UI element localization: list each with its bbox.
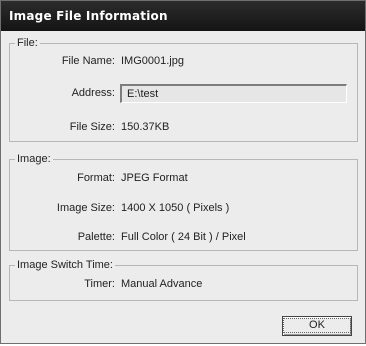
file-name-label: File Name: (61, 55, 115, 67)
file-size-value: 150.37KB (121, 121, 170, 133)
image-size-label: Image Size: (56, 202, 115, 214)
ok-button-label: OK (283, 318, 351, 333)
dialog-title: Image File Information (1, 1, 365, 31)
format-value: JPEG Format (121, 172, 188, 184)
palette-value: Full Color ( 24 Bit ) / Pixel (121, 231, 246, 243)
ok-button[interactable]: OK (282, 316, 352, 336)
switch-time-group: Image Switch Time: Timer: Manual Advance (9, 258, 358, 301)
image-group-legend: Image: (15, 152, 53, 166)
file-size-label: File Size: (69, 121, 115, 133)
image-group: Image: Format: JPEG Format Image Size: 1… (9, 152, 358, 251)
address-label: Address: (71, 87, 115, 99)
palette-label: Palette: (77, 231, 115, 243)
file-group-legend: File: (15, 36, 40, 50)
timer-label: Timer: (84, 278, 115, 290)
address-field[interactable]: E:\test (120, 84, 347, 103)
timer-value: Manual Advance (121, 278, 203, 290)
switch-time-legend: Image Switch Time: (15, 258, 115, 272)
file-name-value: IMG0001.jpg (121, 55, 184, 67)
format-label: Format: (77, 172, 115, 184)
image-size-value: 1400 X 1050 ( Pixels ) (121, 202, 230, 214)
file-group: File: File Name: IMG0001.jpg Address: E:… (9, 36, 358, 142)
image-file-info-dialog: Image File Information File: File Name: … (0, 0, 366, 344)
